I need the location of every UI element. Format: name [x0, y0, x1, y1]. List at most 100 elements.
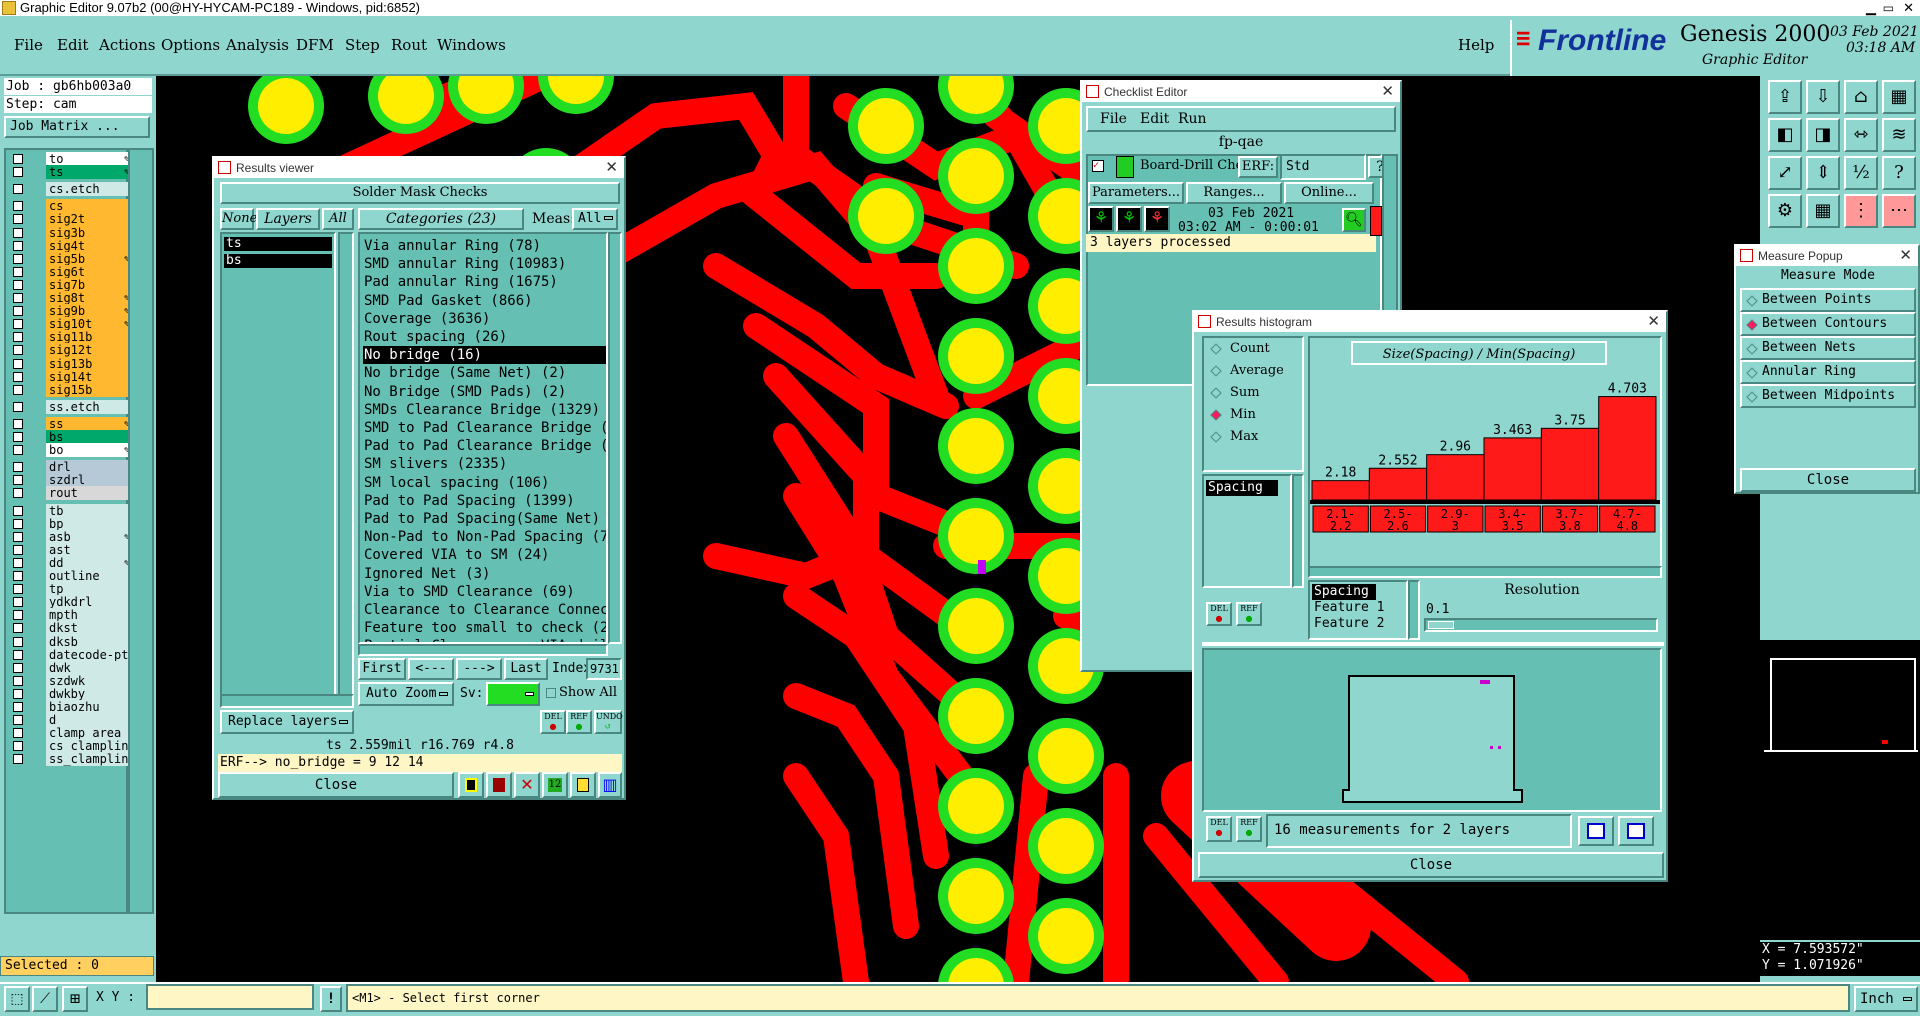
layer-name[interactable]: dwk: [46, 660, 130, 675]
preview-del-button[interactable]: DEL ●: [1206, 816, 1232, 842]
units-dropdown[interactable]: Inch: [1854, 986, 1918, 1012]
category-item[interactable]: No bridge (16): [363, 346, 606, 365]
menu-step[interactable]: Step: [345, 36, 380, 54]
layer-item-ts[interactable]: ts: [224, 237, 332, 251]
select-tool-button[interactable]: ⬚: [4, 986, 30, 1012]
layer-checkbox[interactable]: [13, 167, 23, 178]
category-item[interactable]: No Bridge (SMD Pads) (2): [363, 383, 606, 401]
category-item[interactable]: Pad annular Ring (1675): [363, 273, 606, 291]
tool-button[interactable]: ◧: [1768, 118, 1802, 152]
measure-mode-option[interactable]: Annular Ring: [1740, 360, 1916, 384]
layer-checkbox[interactable]: [13, 610, 23, 621]
layer-name[interactable]: sig10t: [46, 317, 130, 332]
layer-name[interactable]: outline: [46, 569, 130, 583]
menu-actions[interactable]: Actions: [99, 36, 155, 54]
layer-checkbox[interactable]: [13, 475, 23, 486]
radio-diamond-icon[interactable]: [1210, 343, 1222, 355]
layer-name[interactable]: to: [46, 152, 130, 166]
list-tool-button[interactable]: [570, 772, 596, 798]
none-button[interactable]: None: [220, 208, 257, 230]
hist-ref-button[interactable]: REF ●: [1236, 602, 1262, 626]
parameters-button[interactable]: Parameters...: [1088, 182, 1184, 204]
layer-name[interactable]: ast: [46, 542, 130, 557]
layer-row[interactable]: ss_clampline: [6, 752, 136, 767]
layer-checkbox[interactable]: [13, 597, 23, 608]
layer-name[interactable]: rout: [46, 486, 130, 501]
layer-checkbox[interactable]: [13, 505, 23, 516]
layer-name[interactable]: szdrl: [46, 473, 130, 488]
resolution-feature-item[interactable]: Spacing: [1312, 584, 1376, 600]
layer-checkbox[interactable]: [13, 266, 23, 277]
stop-icon[interactable]: ⚘: [1144, 206, 1170, 232]
layer-checkbox[interactable]: [13, 306, 23, 317]
feature-list-scroll[interactable]: [1292, 474, 1304, 588]
meas-dropdown[interactable]: All: [572, 208, 618, 230]
del-button[interactable]: DEL ●: [540, 710, 566, 734]
layer-name[interactable]: ss_clampline: [46, 752, 136, 767]
minimize-icon[interactable]: ▁: [1866, 0, 1876, 16]
feature-item-spacing[interactable]: Spacing: [1206, 480, 1278, 496]
radio-diamond-icon[interactable]: [1210, 365, 1222, 377]
tool-button[interactable]: ▦: [1882, 80, 1916, 114]
action-checkbox[interactable]: ✓: [1092, 160, 1104, 172]
layer-name[interactable]: cs.etch: [46, 182, 130, 197]
layer-name[interactable]: dd: [46, 555, 130, 570]
sv-color-dropdown[interactable]: [486, 682, 540, 706]
action-name[interactable]: Board-Drill Che: [1140, 158, 1240, 173]
results-close-button[interactable]: Close: [218, 772, 454, 798]
resolution-slider[interactable]: [1424, 618, 1658, 632]
tool-button[interactable]: ⋮: [1844, 194, 1878, 228]
layer-checkbox[interactable]: [13, 636, 23, 647]
layer-checkbox[interactable]: [13, 649, 23, 660]
layer-checkbox[interactable]: [13, 462, 23, 473]
menu-help[interactable]: Help: [1458, 36, 1494, 54]
category-item[interactable]: No bridge (Same Net) (2): [363, 364, 606, 382]
layer-name[interactable]: asb: [46, 529, 130, 544]
layer-checkbox[interactable]: [13, 418, 23, 429]
category-item[interactable]: Via annular Ring (78): [363, 237, 606, 255]
radio-diamond-icon[interactable]: [1746, 295, 1758, 307]
layer-name[interactable]: sig6t: [46, 264, 130, 279]
measure-mode-option[interactable]: Between Contours: [1740, 312, 1916, 336]
category-item[interactable]: Non-Pad to Non-Pad Spacing (7): [363, 528, 606, 546]
layer-row[interactable]: rout: [6, 486, 130, 501]
layer-checkbox[interactable]: [13, 240, 23, 251]
tool-button[interactable]: ?: [1882, 156, 1916, 190]
preview-ref-button[interactable]: REF ●: [1236, 816, 1262, 842]
index-field[interactable]: 9731: [586, 658, 622, 680]
job-matrix-button[interactable]: Job Matrix ...: [4, 116, 150, 138]
maximize-icon[interactable]: ▭: [1883, 0, 1894, 16]
radio-diamond-icon[interactable]: [1210, 431, 1222, 443]
layer-checkbox[interactable]: [13, 531, 23, 542]
layer-name[interactable]: ss.etch: [46, 399, 130, 414]
layer-list-hscroll[interactable]: [220, 694, 354, 708]
delete-tool-button[interactable]: [486, 772, 512, 798]
layer-name[interactable]: datecode-pt: [46, 647, 130, 662]
export-button[interactable]: [1578, 816, 1614, 846]
measure-titlebar[interactable]: Measure Popup ✕: [1736, 246, 1918, 266]
first-button[interactable]: First: [358, 658, 406, 680]
tool-button[interactable]: ⇕: [1806, 156, 1840, 190]
layer-checkbox[interactable]: [13, 728, 23, 739]
tool-button[interactable]: ⋯: [1882, 194, 1916, 228]
layers-button[interactable]: Layers: [256, 208, 320, 230]
layer-checkbox[interactable]: [13, 675, 23, 686]
measure-close-button[interactable]: Close: [1740, 468, 1916, 492]
layer-checkbox[interactable]: [13, 401, 23, 412]
ignore-tool-button[interactable]: ✕: [514, 772, 540, 798]
xy-input[interactable]: [146, 984, 314, 1010]
online-button[interactable]: Online...: [1284, 182, 1374, 204]
tool-button[interactable]: ½: [1844, 156, 1878, 190]
checklist-titlebar[interactable]: Checklist Editor ✕: [1082, 82, 1400, 102]
categories-button[interactable]: Categories (23): [358, 208, 524, 230]
layer-name[interactable]: ydkdrl: [46, 595, 130, 610]
last-button[interactable]: Last: [504, 658, 548, 680]
layer-row[interactable]: ts ✎: [6, 165, 130, 180]
layer-name[interactable]: d: [46, 713, 130, 728]
category-item[interactable]: Rout spacing (26): [363, 328, 606, 346]
layer-checkbox[interactable]: [13, 293, 23, 303]
category-item[interactable]: SM slivers (2335): [363, 455, 606, 473]
category-item[interactable]: SM local spacing (106): [363, 474, 606, 492]
layer-name[interactable]: sig9b: [46, 304, 130, 319]
category-vscroll[interactable]: [608, 232, 622, 644]
